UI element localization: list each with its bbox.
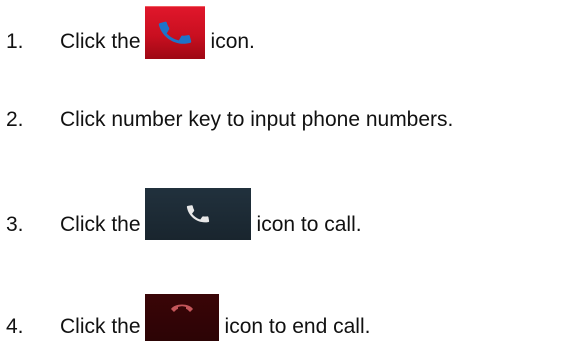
end-call-icon <box>144 294 219 341</box>
step-1: 1. Click the icon. <box>0 6 255 59</box>
step-text-before: Click the <box>60 30 141 53</box>
step-number: 1. <box>6 30 24 53</box>
step-text-before: Click the <box>60 315 141 338</box>
step-2: 2. Click number key to input phone numbe… <box>0 108 453 132</box>
step-number: 4. <box>6 315 24 338</box>
step-number: 3. <box>6 213 24 236</box>
step-text-after: icon. <box>210 30 255 53</box>
step-3: 3. Click the icon to call. <box>0 188 362 240</box>
step-text: Click number key to input phone numbers. <box>60 108 454 131</box>
step-number: 2. <box>6 108 24 131</box>
step-text-after: icon to call. <box>256 213 362 236</box>
call-icon <box>144 188 251 240</box>
phone-icon <box>144 6 205 59</box>
step-4: 4. Click the icon to end call. <box>0 294 370 341</box>
step-text-after: icon to end call. <box>224 315 371 338</box>
step-text-before: Click the <box>60 213 141 236</box>
